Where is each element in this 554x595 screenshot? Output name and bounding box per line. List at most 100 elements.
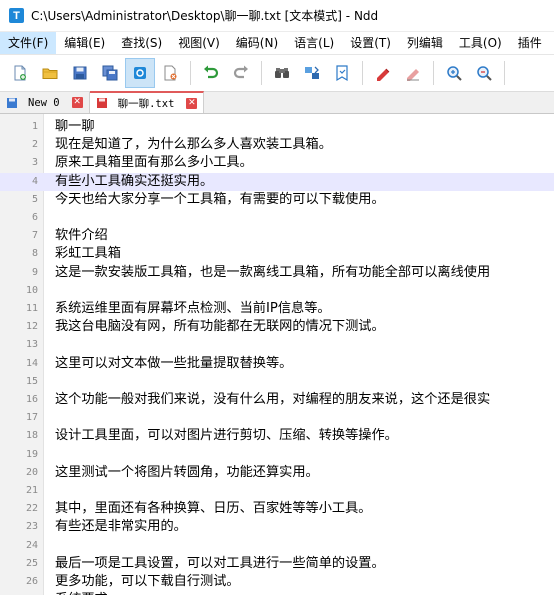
editor-line[interactable]: 10: [0, 282, 554, 300]
line-text: 这里可以对文本做一些批量提取替换等。: [55, 355, 293, 371]
menu-view[interactable]: 视图(V): [170, 32, 228, 54]
editor-line[interactable]: 17: [0, 409, 554, 427]
menu-compare[interactable]: 对比(C): [550, 32, 554, 54]
zoom-in-icon[interactable]: [439, 58, 469, 88]
line-text: 今天也给大家分享一个工具箱，有需要的可以下载使用。: [55, 191, 385, 207]
line-number: 19: [25, 448, 38, 460]
line-text: 其中，里面还有各种换算、日历、百家姓等等小工具。: [55, 501, 372, 517]
app-logo-icon: T: [9, 8, 24, 23]
editor-line[interactable]: 24: [0, 537, 554, 555]
editor-line[interactable]: 4 有些小工具确实还挺实用。: [0, 172, 554, 191]
editor-line[interactable]: 3 原来工具箱里面有那么多小工具。: [0, 154, 554, 172]
menu-column-edit[interactable]: 列编辑: [399, 32, 451, 54]
editor-line[interactable]: 14 这里可以对文本做一些批量提取替换等。: [0, 355, 554, 373]
toolbar: [0, 54, 554, 92]
open-folder-icon[interactable]: [35, 58, 65, 88]
replace-icon[interactable]: [297, 58, 327, 88]
line-number: 12: [25, 321, 38, 333]
line-number: 21: [25, 485, 38, 496]
line-text: 这里测试一个将图片转圆角，功能还算实用。: [55, 464, 319, 480]
line-number: 5: [31, 193, 38, 205]
line-number: 17: [25, 412, 38, 424]
tab-chat-file[interactable]: 聊一聊.txt ✕: [89, 91, 205, 113]
new-file-icon[interactable]: [5, 58, 35, 88]
line-text: 系统要求: [55, 591, 108, 595]
line-number: 1: [31, 121, 38, 132]
line-text: 有些小工具确实还挺实用。: [55, 173, 214, 189]
editor-line[interactable]: 16 这个功能一般对我们来说，没有什么用，对编程的朋友来说，这个还是很实: [0, 391, 554, 409]
line-number: 7: [31, 230, 38, 242]
editor-line[interactable]: 22 其中，里面还有各种换算、日历、百家姓等等小工具。: [0, 500, 554, 518]
line-text: 我这台电脑没有网，所有功能都在无联网的情况下测试。: [55, 319, 385, 335]
menu-edit[interactable]: 编辑(E): [56, 32, 113, 54]
title-bar: T C:\Users\Administrator\Desktop\聊一聊.txt…: [0, 0, 554, 32]
find-binoculars-icon[interactable]: [267, 58, 297, 88]
menu-tools[interactable]: 工具(O): [451, 32, 510, 54]
window-title: C:\Users\Administrator\Desktop\聊一聊.txt […: [31, 9, 379, 23]
line-number: 26: [25, 576, 38, 587]
line-text: 软件介绍: [55, 228, 108, 244]
tab-close-icon[interactable]: ✕: [186, 97, 198, 109]
line-text: 最后一项是工具设置，可以对工具进行一些简单的设置。: [55, 555, 385, 571]
editor-line[interactable]: 13: [0, 336, 554, 354]
editor-line[interactable]: 2 现在是知道了，为什么那么多人喜欢装工具箱。: [0, 136, 554, 154]
undo-icon[interactable]: [196, 58, 226, 88]
menu-encoding[interactable]: 编码(N): [228, 32, 286, 54]
line-number: 2: [31, 139, 38, 151]
line-text: 有些还是非常实用的。: [55, 519, 187, 535]
line-number: 6: [31, 212, 38, 223]
editor-line[interactable]: 21: [0, 482, 554, 500]
line-number: 16: [25, 394, 38, 405]
line-number: 10: [25, 284, 38, 296]
clear-mark-icon[interactable]: [398, 58, 428, 88]
menu-plugins[interactable]: 插件: [510, 32, 550, 54]
bookmark-icon[interactable]: [327, 58, 357, 88]
editor-line[interactable]: 12 我这台电脑没有网，所有功能都在无联网的情况下测试。: [0, 318, 554, 336]
line-text: 这是一款安装版工具箱，也是一款离线工具箱，所有功能全部可以离线使用: [55, 264, 491, 280]
line-text: 现在是知道了，为什么那么多人喜欢装工具箱。: [55, 137, 332, 153]
line-number: 20: [25, 466, 38, 478]
editor-line[interactable]: 19: [0, 446, 554, 464]
tab-close-icon[interactable]: ✕: [71, 97, 83, 108]
line-text: 设计工具里面，可以对图片进行剪切、压缩、转换等操作。: [55, 428, 398, 444]
line-number: 18: [25, 430, 38, 442]
menu-file[interactable]: 文件(F): [0, 32, 57, 54]
editor-line[interactable]: 20 这里测试一个将图片转圆角，功能还算实用。: [0, 464, 554, 482]
line-number: 24: [25, 539, 38, 551]
toolbar-separator: [433, 61, 434, 85]
save-all-icon[interactable]: [95, 58, 125, 88]
editor-line[interactable]: 23 有些还是非常实用的。: [0, 518, 554, 536]
editor-line[interactable]: 15: [0, 373, 554, 391]
close-all-icon[interactable]: [155, 58, 185, 88]
menu-settings[interactable]: 设置(T): [342, 32, 399, 54]
editor-line[interactable]: 25 最后一项是工具设置，可以对工具进行一些简单的设置。: [0, 555, 554, 573]
editor-line[interactable]: 1 聊一聊: [0, 118, 554, 136]
editor-line[interactable]: 8 彩虹工具箱: [0, 245, 554, 263]
editor-line[interactable]: 7 软件介绍: [0, 227, 554, 245]
file-saved-icon: [6, 97, 18, 109]
editor-line[interactable]: 27系统要求: [0, 591, 554, 595]
editor-line[interactable]: 6: [0, 209, 554, 227]
save-icon[interactable]: [65, 58, 95, 88]
menu-search[interactable]: 查找(S): [113, 32, 170, 54]
zoom-out-icon[interactable]: [469, 58, 499, 88]
line-number: 15: [25, 375, 38, 387]
editor-line[interactable]: 11 系统运维里面有屏幕坏点检测、当前IP信息等。: [0, 300, 554, 318]
document-tab-bar: New 0 ✕ 聊一聊.txt ✕: [0, 91, 554, 114]
line-text: 系统运维里面有屏幕坏点检测、当前IP信息等。: [55, 301, 331, 316]
toolbar-separator: [190, 61, 191, 85]
menu-language[interactable]: 语言(L): [286, 32, 342, 54]
redo-icon[interactable]: [226, 58, 256, 88]
editor-line[interactable]: 18 设计工具里面，可以对图片进行剪切、压缩、转换等操作。: [0, 427, 554, 445]
editor-line[interactable]: 26 更多功能，可以下载自行测试。: [0, 573, 554, 591]
close-file-icon[interactable]: [125, 58, 155, 88]
editor-line[interactable]: 9 这是一款安装版工具箱，也是一款离线工具箱，所有功能全部可以离线使用: [0, 264, 554, 282]
text-editor[interactable]: 1 聊一聊 2 现在是知道了，为什么那么多人喜欢装工具箱。 3 原来工具箱里面有那么多小工…: [0, 114, 554, 595]
tab-new-0[interactable]: New 0 ✕: [0, 92, 90, 113]
line-text: 彩虹工具箱: [55, 246, 121, 262]
line-number: 22: [25, 503, 38, 515]
line-number: 14: [25, 357, 38, 369]
editor-line[interactable]: 5 今天也给大家分享一个工具箱，有需要的可以下载使用。: [0, 191, 554, 209]
line-number: 3: [31, 157, 38, 169]
mark-red-icon[interactable]: [368, 58, 398, 88]
